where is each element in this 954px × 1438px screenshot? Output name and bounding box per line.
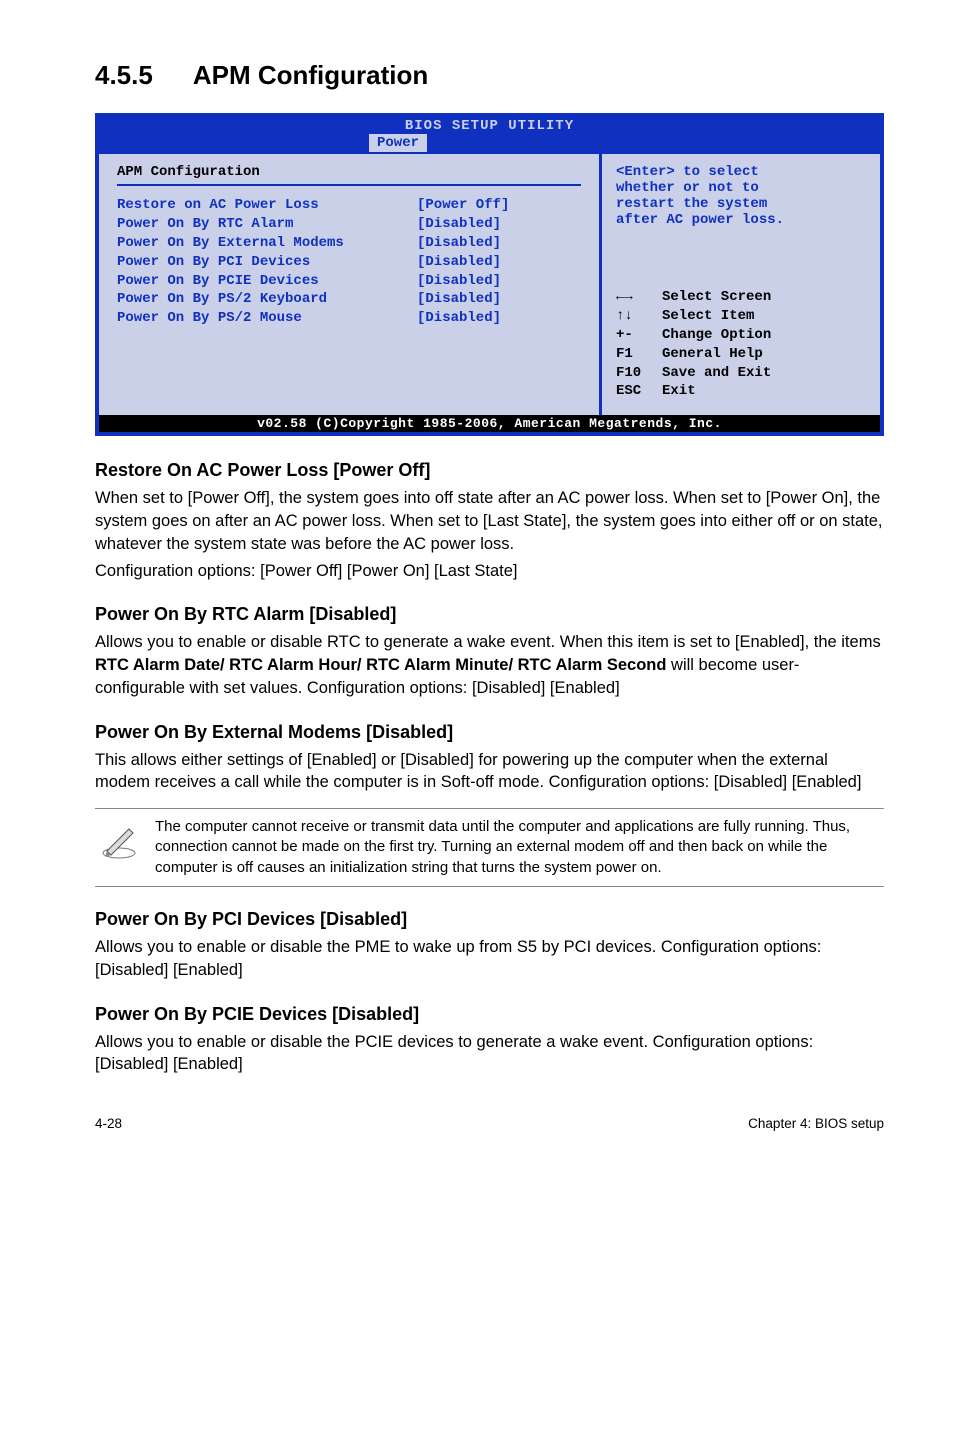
rtc-heading: Power On By RTC Alarm [Disabled] [95, 604, 884, 625]
bios-help-line: whether or not to [616, 180, 866, 196]
pencil-note-icon [99, 817, 155, 866]
bios-left-panel: APM Configuration Restore on AC Power Lo… [99, 154, 602, 415]
bios-title-bar: BIOS SETUP UTILITY [99, 117, 880, 134]
note-text: The computer cannot receive or transmit … [155, 817, 880, 878]
section-number: 4.5.5 [95, 60, 153, 91]
bios-row-value: [Disabled] [417, 253, 501, 272]
arrows-ud-icon: ↑↓ [616, 307, 662, 326]
bios-row-label: Power On By RTC Alarm [117, 215, 417, 234]
f1-key-icon: F1 [616, 345, 662, 364]
page-number: 4-28 [95, 1116, 122, 1131]
key-desc: Select Screen [662, 288, 771, 307]
key-desc: Exit [662, 382, 696, 401]
f10-key-icon: F10 [616, 364, 662, 383]
key-desc: General Help [662, 345, 763, 364]
bios-row-label: Power On By PCI Devices [117, 253, 417, 272]
bios-help-text: <Enter> to select whether or not to rest… [616, 164, 866, 228]
arrows-lr-icon: ←→ [616, 288, 662, 307]
bios-help-line: restart the system [616, 196, 866, 212]
bios-row[interactable]: Power On By RTC Alarm[Disabled] [117, 215, 581, 234]
bios-help-line: after AC power loss. [616, 212, 866, 228]
bios-row[interactable]: Power On By PS/2 Keyboard[Disabled] [117, 290, 581, 309]
rtc-body-part: Allows you to enable or disable RTC to g… [95, 633, 881, 651]
bios-footer: v02.58 (C)Copyright 1985-2006, American … [99, 415, 880, 432]
bios-row-value: [Disabled] [417, 215, 501, 234]
bios-row-value: [Disabled] [417, 234, 501, 253]
restore-heading: Restore On AC Power Loss [Power Off] [95, 460, 884, 481]
bios-row-value: [Disabled] [417, 272, 501, 291]
key-desc: Change Option [662, 326, 771, 345]
ext-body: This allows either settings of [Enabled]… [95, 749, 884, 795]
page-footer: 4-28 Chapter 4: BIOS setup [95, 1116, 884, 1131]
bios-row-label: Power On By PS/2 Keyboard [117, 290, 417, 309]
bios-tab-row: Power [99, 134, 880, 154]
bios-row-label: Restore on AC Power Loss [117, 196, 417, 215]
rtc-body-bold: RTC Alarm Date/ RTC Alarm Hour/ RTC Alar… [95, 656, 666, 674]
pcie-heading: Power On By PCIE Devices [Disabled] [95, 1004, 884, 1025]
bios-row-value: [Disabled] [417, 290, 501, 309]
bios-right-panel: <Enter> to select whether or not to rest… [602, 154, 880, 415]
bios-panel-heading: APM Configuration [117, 164, 581, 180]
bios-row-value: [Power Off] [417, 196, 509, 215]
bios-row[interactable]: Restore on AC Power Loss[Power Off] [117, 196, 581, 215]
bios-help-line: <Enter> to select [616, 164, 866, 180]
bios-row-value: [Disabled] [417, 309, 501, 328]
key-desc: Save and Exit [662, 364, 771, 383]
bios-tab-power[interactable]: Power [369, 134, 427, 152]
note-box: The computer cannot receive or transmit … [95, 808, 884, 887]
ext-heading: Power On By External Modems [Disabled] [95, 722, 884, 743]
section-title: APM Configuration [193, 60, 428, 90]
bios-row-label: Power On By PS/2 Mouse [117, 309, 417, 328]
plus-minus-icon: +- [616, 326, 662, 345]
bios-row[interactable]: Power On By PCIE Devices[Disabled] [117, 272, 581, 291]
bios-row[interactable]: Power On By External Modems[Disabled] [117, 234, 581, 253]
rtc-body: Allows you to enable or disable RTC to g… [95, 631, 884, 699]
bios-row-label: Power On By PCIE Devices [117, 272, 417, 291]
bios-key-legend: ←→Select Screen ↑↓Select Item +-Change O… [616, 288, 866, 401]
key-desc: Select Item [662, 307, 754, 326]
restore-body: When set to [Power Off], the system goes… [95, 487, 884, 555]
restore-options: Configuration options: [Power Off] [Powe… [95, 560, 884, 583]
bios-row-label: Power On By External Modems [117, 234, 417, 253]
bios-screen: BIOS SETUP UTILITY Power APM Configurati… [95, 113, 884, 436]
section-heading: 4.5.5 APM Configuration [95, 60, 884, 91]
bios-row[interactable]: Power On By PS/2 Mouse[Disabled] [117, 309, 581, 328]
bios-row[interactable]: Power On By PCI Devices[Disabled] [117, 253, 581, 272]
chapter-label: Chapter 4: BIOS setup [748, 1116, 884, 1131]
pcie-body: Allows you to enable or disable the PCIE… [95, 1031, 884, 1077]
esc-key-icon: ESC [616, 382, 662, 401]
pci-body: Allows you to enable or disable the PME … [95, 936, 884, 982]
pci-heading: Power On By PCI Devices [Disabled] [95, 909, 884, 930]
